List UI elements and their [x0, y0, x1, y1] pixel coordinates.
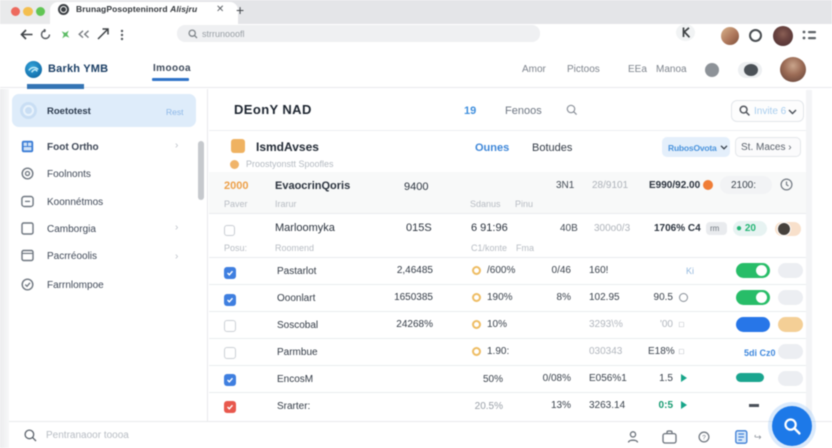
- svg-text:?: ?: [702, 434, 706, 441]
